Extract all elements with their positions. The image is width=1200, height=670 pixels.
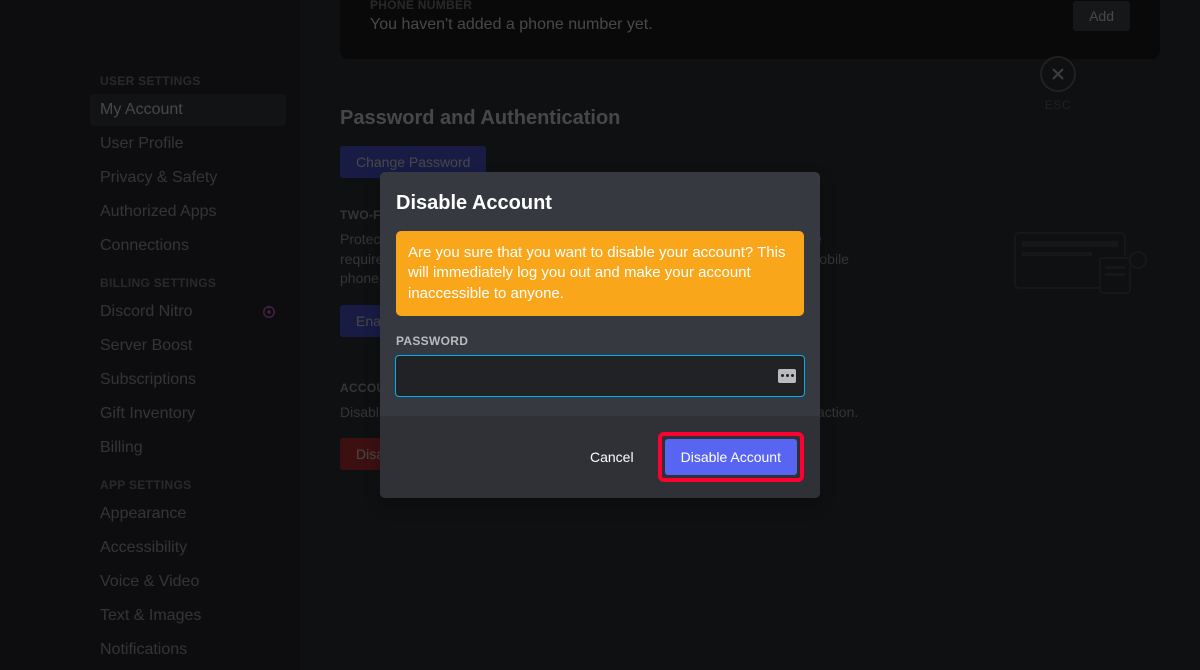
modal-cancel-button[interactable]: Cancel xyxy=(576,439,648,475)
modal-title: Disable Account xyxy=(396,192,804,215)
password-input[interactable] xyxy=(396,356,804,396)
confirm-button-highlight: Disable Account xyxy=(658,432,804,482)
password-manager-icon[interactable] xyxy=(778,369,796,383)
modal-confirm-button[interactable]: Disable Account xyxy=(665,439,797,475)
disable-account-modal: Disable Account Are you sure that you wa… xyxy=(380,172,820,498)
modal-warning: Are you sure that you want to disable yo… xyxy=(396,231,804,316)
modal-overlay[interactable]: Disable Account Are you sure that you wa… xyxy=(0,0,1200,670)
modal-password-label: PASSWORD xyxy=(396,334,804,348)
